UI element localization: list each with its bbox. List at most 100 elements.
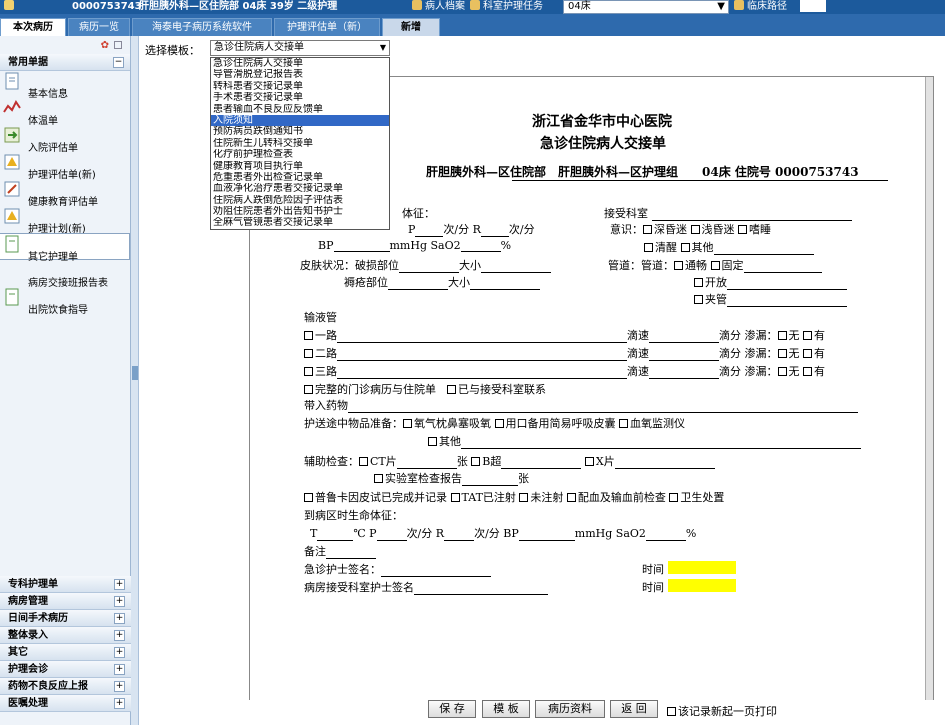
template-option[interactable]: 住院病人跌倒危险因子评估表: [211, 195, 389, 206]
collapse-icon[interactable]: −: [113, 57, 124, 68]
template-button[interactable]: 模 板: [482, 700, 530, 718]
dept-task-link[interactable]: 科室护理任务: [470, 0, 543, 14]
patient-archive-link[interactable]: 病人档案: [412, 0, 465, 14]
prep-other-row: 其他: [428, 433, 861, 449]
ward-time-field[interactable]: [668, 579, 736, 592]
sidebar-item-basic-info[interactable]: 基本信息: [0, 71, 130, 100]
sidebar-item-discharge-diet[interactable]: 出院饮食指导: [0, 287, 130, 316]
action-bar: 保 存 模 板 病历资料 返 回 该记录新起一页打印: [139, 700, 945, 725]
template-select[interactable]: 急诊住院病人交接单 ▼: [210, 40, 390, 56]
tab-current-record[interactable]: 本次病历: [0, 18, 66, 36]
template-option[interactable]: 转科患者交接记录单: [211, 81, 389, 92]
receive-dept-field[interactable]: [651, 210, 852, 221]
palette-icon[interactable]: ✿: [101, 40, 109, 51]
template-dropdown-list: 急诊住院病人交接单 导管滑脱登记报告表 转科患者交接记录单 手术患者交接记录单 患者输血…: [210, 57, 390, 230]
expand-icon[interactable]: +: [114, 596, 125, 607]
er-sign-row: 急诊护士签名：: [304, 561, 491, 577]
bed-select[interactable]: 04床 ▼: [563, 0, 729, 14]
template-option[interactable]: 全麻气管镜患者交接记录单: [211, 217, 389, 228]
tab-nursing-assessment[interactable]: 护理评估单（新）: [274, 18, 380, 36]
back-button[interactable]: 返 回: [610, 700, 658, 718]
template-option[interactable]: 住院新生儿转科交接单: [211, 138, 389, 149]
blank-field: [800, 0, 826, 12]
template-option[interactable]: 手术患者交接记录单: [211, 92, 389, 103]
template-option[interactable]: 急诊住院病人交接单: [211, 58, 389, 69]
sidebar-item-shift-report[interactable]: 病房交接班报告表: [0, 260, 130, 289]
document-scrollbar[interactable]: [925, 77, 933, 700]
expand-icon[interactable]: +: [114, 681, 125, 692]
splitter-grip[interactable]: [132, 366, 138, 380]
sidebar-item-health-education[interactable]: 健康教育评估单: [0, 179, 130, 208]
sidebar-item-temperature[interactable]: 体温单: [0, 98, 130, 127]
arrive-vitals-row: T ℃ P 次/分 R 次/分 BP mmHg SaO2%: [310, 527, 697, 541]
template-option[interactable]: 预防病员跌倒通知书: [211, 126, 389, 137]
category-common[interactable]: 常用单据 −: [0, 54, 130, 71]
tab-emr-software[interactable]: 海泰电子病历系统软件: [132, 18, 272, 36]
receive-dept-row: 接受科室: [604, 205, 852, 221]
dept-line: 肝胆胰外科—区住院部 肝胆胰外科—区护理组 04床 住院号 0000753743: [426, 165, 859, 179]
sidebar-item-admission-assessment[interactable]: 入院评估单: [0, 125, 130, 154]
template-option[interactable]: 化疗前护理检查表: [211, 149, 389, 160]
patient-header-bar: 0000753743 肝胆胰外科—区住院部 04床 39岁 二级护理 病人档案 …: [0, 0, 945, 14]
warning-icon: [4, 154, 20, 170]
category-ward-mgmt[interactable]: 病房管理 +: [0, 593, 131, 610]
prep-row: 护送途中物品准备： 氧气枕鼻塞吸氧 用口备用简易呼吸皮囊 血氧监测仪: [304, 417, 685, 430]
tube-row: 管道：管道： 通畅 固定: [608, 257, 822, 273]
pressure-row: 褥疮部位 大小: [344, 274, 540, 290]
window-icon[interactable]: [114, 41, 122, 49]
edit-icon: [4, 181, 20, 197]
iv-line-1: 一路 滴速 滴分 渗漏：无 有: [304, 327, 825, 343]
category-specialty-care[interactable]: 专科护理单 +: [0, 576, 131, 593]
task-icon: [470, 0, 480, 10]
patient-info: 肝胆胰外科—区住院部 04床 39岁 二级护理: [139, 1, 338, 12]
header-rule: [512, 180, 888, 181]
tab-record-list[interactable]: 病历一览: [68, 18, 130, 36]
records-row: 完整的门诊病历与住院单 已与接受科室联系: [304, 381, 546, 397]
template-option[interactable]: 导管滑脱登记报告表: [211, 69, 389, 80]
sidebar: ✿ 常用单据 − 基本信息 体温单 入院评估单 护理评估单(新) 健康教育评估单 …: [0, 36, 131, 725]
chevron-down-icon: ▼: [717, 1, 725, 12]
template-option[interactable]: 血液净化治疗患者交接记录单: [211, 183, 389, 194]
category-adverse-reaction[interactable]: 药物不良反应上报 +: [0, 678, 131, 695]
template-option[interactable]: 危重患者外出检查记录单: [211, 172, 389, 183]
chevron-down-icon: ▼: [379, 43, 386, 52]
expand-icon[interactable]: +: [114, 613, 125, 624]
expand-icon[interactable]: +: [114, 698, 125, 709]
consciousness-row: 意识： 深昏迷 浅昏迷 嗜睡: [610, 223, 771, 236]
pulse-row: P 次/分 R 次/分: [408, 223, 535, 237]
template-option[interactable]: 劝阻住院患者外出告知书护士: [211, 206, 389, 217]
expand-icon[interactable]: +: [114, 664, 125, 675]
template-option[interactable]: 入院须知: [211, 114, 389, 127]
path-icon: [734, 0, 744, 10]
er-time-field[interactable]: [668, 561, 736, 574]
iv-line-2: 二路 滴速 滴分 渗漏：无 有: [304, 345, 825, 361]
alert-row: 清醒 其他: [644, 239, 814, 255]
save-button[interactable]: 保 存: [428, 700, 476, 718]
tab-new[interactable]: 新增: [382, 18, 440, 36]
category-consultation[interactable]: 护理会诊 +: [0, 661, 131, 678]
clinical-path-link[interactable]: 临床路径: [734, 0, 787, 14]
enter-icon: [4, 127, 20, 143]
sidebar-item-nursing-assessment[interactable]: 护理评估单(新): [0, 152, 130, 181]
print-newpage-option[interactable]: 该记录新起一页打印: [667, 703, 777, 719]
print-newpage-checkbox[interactable]: [667, 707, 676, 716]
template-option[interactable]: 健康教育项目执行单: [211, 161, 389, 172]
expand-icon[interactable]: +: [114, 630, 125, 641]
template-option[interactable]: 患者输血不良反应反馈单: [211, 104, 389, 115]
remark-row: 备注: [304, 543, 376, 559]
sidebar-item-care-plan[interactable]: 护理计划(新): [0, 206, 130, 235]
record-docs-button[interactable]: 病历资料: [535, 700, 605, 718]
aux-row: 辅助检查： CT片张 B超 X片: [304, 453, 715, 469]
expand-icon[interactable]: +: [114, 647, 125, 658]
sidebar-bottom-categories: 专科护理单 + 病房管理 + 日间手术病历 + 整体录入 + 其它 + 护理会诊 + 药物不…: [0, 576, 131, 712]
expand-icon[interactable]: +: [114, 579, 125, 590]
sidebar-splitter[interactable]: [131, 36, 139, 725]
category-orders[interactable]: 医嘱处理 +: [0, 695, 131, 712]
sidebar-item-other-care[interactable]: 其它护理单: [0, 233, 130, 263]
document-icon: [5, 235, 19, 253]
hospital-name: 浙江省金华市中心医院: [532, 114, 672, 130]
category-bulk-entry[interactable]: 整体录入 +: [0, 627, 131, 644]
category-other[interactable]: 其它 +: [0, 644, 131, 661]
category-day-surgery[interactable]: 日间手术病历 +: [0, 610, 131, 627]
skin-test-row: 普鲁卡因皮试已完成并记录 TAT已注射 未注射 配血及输血前检查 卫生处置: [304, 489, 724, 505]
